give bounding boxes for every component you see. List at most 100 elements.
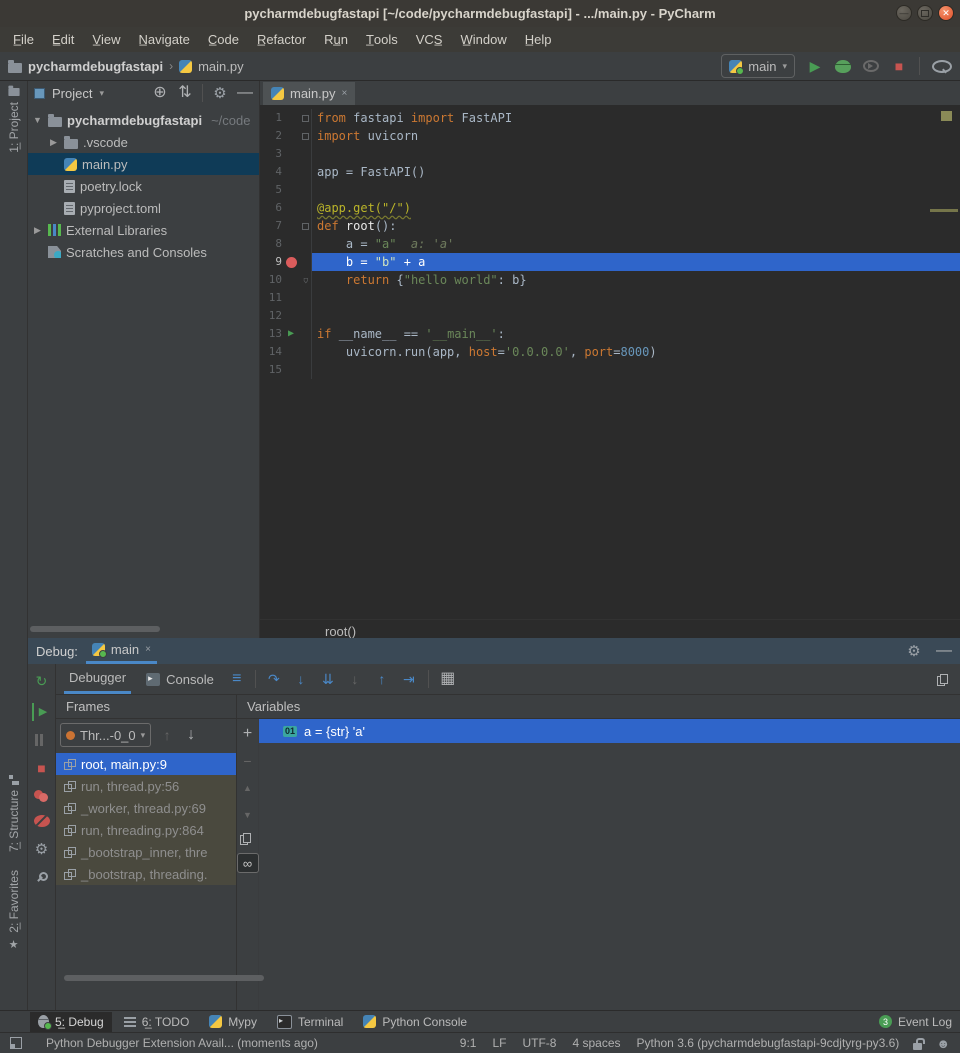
tool-button-event-log[interactable]: 3Event Log: [871, 1012, 960, 1032]
maximize-button[interactable]: [917, 5, 933, 21]
breakpoint-dot[interactable]: [286, 257, 297, 268]
rerun-button[interactable]: ↻: [34, 672, 50, 690]
menu-help[interactable]: H̲elp: [516, 30, 561, 49]
fold-square-icon[interactable]: [302, 223, 309, 230]
step-out-of-code-block-button[interactable]: ↓: [347, 670, 363, 688]
search-everywhere-button[interactable]: [932, 60, 952, 73]
tool-button-python-console[interactable]: Python Console: [355, 1012, 475, 1032]
hide-tool-windows-icon[interactable]: [10, 1037, 22, 1049]
close-button[interactable]: ✕: [938, 5, 954, 21]
status-segment-2[interactable]: UTF-8: [522, 1036, 556, 1050]
gear-icon[interactable]: ⚙: [212, 84, 228, 102]
fold-marker[interactable]: [300, 127, 312, 145]
fold-marker[interactable]: [300, 109, 312, 127]
error-stripe-mark[interactable]: [941, 111, 952, 121]
status-message[interactable]: Python Debugger Extension Avail... (mome…: [46, 1036, 318, 1050]
resume-button[interactable]: ▶: [32, 703, 51, 721]
evaluate-expression-button[interactable]: ▦: [440, 670, 456, 688]
tool-button-todo[interactable]: 6̲: TODO: [116, 1012, 198, 1032]
hide-debug-panel-icon[interactable]: —: [936, 642, 952, 660]
tool-button-debug[interactable]: 5̲: Debug: [30, 1012, 112, 1032]
frames-horizontal-scrollbar[interactable]: [64, 975, 264, 981]
collapse-all-icon[interactable]: ⇅: [177, 84, 193, 102]
chevron-expanded-icon[interactable]: ▼: [32, 115, 43, 125]
tree-item-pyproject-toml[interactable]: pyproject.toml: [28, 197, 259, 219]
run-button[interactable]: ▶: [807, 57, 823, 75]
tool-button-structure[interactable]: 7̲: Structure: [0, 775, 27, 852]
tree-item-scratches[interactable]: Scratches and Consoles: [28, 241, 259, 263]
view-breakpoints-button[interactable]: [34, 790, 50, 802]
editor-tab-main-py[interactable]: main.py ×: [263, 82, 355, 105]
pause-button[interactable]: [34, 734, 50, 746]
next-frame-icon[interactable]: ↓: [183, 726, 199, 744]
current-scope-label[interactable]: root(): [325, 624, 356, 639]
add-watch-button[interactable]: +: [240, 725, 256, 743]
menu-vcs[interactable]: VCS̲: [407, 30, 452, 49]
menu-navigate[interactable]: N̲avigate: [130, 30, 199, 49]
tool-button-terminal[interactable]: Terminal: [269, 1012, 351, 1032]
fold-end-icon[interactable]: ⌂: [303, 271, 308, 289]
menu-refactor[interactable]: R̲efactor: [248, 30, 315, 49]
variable-row[interactable]: 01 a = {str} 'a': [259, 719, 960, 743]
move-watch-up-button[interactable]: ▲: [240, 779, 256, 797]
previous-frame-icon[interactable]: ↑: [159, 726, 175, 744]
pin-button[interactable]: [34, 871, 50, 883]
debug-settings-gear-icon[interactable]: ⚙: [906, 642, 922, 660]
menu-window[interactable]: W̲indow: [451, 30, 515, 49]
restore-layout-icon[interactable]: [934, 670, 950, 688]
frame-row[interactable]: _worker, thread.py:69: [56, 797, 236, 819]
run-arrow-icon[interactable]: ▶: [288, 325, 294, 343]
tool-button-project[interactable]: 1̲: Project: [0, 84, 27, 153]
stop-button[interactable]: ■: [891, 57, 907, 75]
frame-row[interactable]: run, threading.py:864: [56, 819, 236, 841]
fold-marker[interactable]: ⌂: [300, 271, 312, 289]
step-out-button[interactable]: ↑: [374, 670, 390, 688]
frame-row[interactable]: _bootstrap_inner, thre: [56, 841, 236, 863]
close-tab-icon[interactable]: ×: [342, 88, 348, 99]
frame-row[interactable]: _bootstrap, threading.: [56, 863, 236, 885]
tab-debugger[interactable]: Debugger: [64, 664, 131, 694]
frame-row[interactable]: root, main.py:9: [56, 753, 236, 775]
close-session-icon[interactable]: ×: [145, 644, 151, 655]
tree-item-external-libraries[interactable]: ▶External Libraries: [28, 219, 259, 241]
status-segment-4[interactable]: Python 3.6 (pycharmdebugfastapi-9cdjtyrg…: [637, 1036, 900, 1050]
code-editor[interactable]: 1from fastapi import FastAPI2import uvic…: [260, 105, 960, 619]
breadcrumb-project[interactable]: pycharmdebugfastapi: [28, 59, 163, 74]
duplicate-watch-button[interactable]: [240, 833, 256, 844]
fold-square-icon[interactable]: [302, 133, 309, 140]
menu-tools[interactable]: T̲ools: [357, 30, 407, 49]
fold-square-icon[interactable]: [302, 115, 309, 122]
run-configuration-select[interactable]: main ▾: [721, 54, 795, 78]
menu-run[interactable]: Ru̲n: [315, 30, 357, 49]
tree-item-poetry-lock[interactable]: poetry.lock: [28, 175, 259, 197]
status-segment-1[interactable]: LF: [492, 1036, 506, 1050]
fold-marker[interactable]: [300, 217, 312, 235]
coverage-button[interactable]: [863, 60, 879, 72]
stop-button[interactable]: ■: [34, 759, 50, 777]
move-watch-down-button[interactable]: ▼: [240, 806, 256, 824]
breakpoint-icon[interactable]: [282, 257, 300, 268]
menu-edit[interactable]: E̲dit: [43, 30, 83, 49]
view-options-icon[interactable]: ≡: [229, 670, 245, 688]
status-segment-0[interactable]: 9:1: [460, 1036, 477, 1050]
hector-inspector-icon[interactable]: ☻: [936, 1036, 950, 1051]
thread-selector[interactable]: Thr...-0_0 ▾: [60, 723, 151, 747]
project-panel-title[interactable]: Project: [52, 86, 92, 101]
status-segment-3[interactable]: 4 spaces: [572, 1036, 620, 1050]
menu-code[interactable]: C̲ode: [199, 30, 248, 49]
tree-item-vscode[interactable]: ▶.vscode: [28, 131, 259, 153]
project-horizontal-scrollbar[interactable]: [30, 626, 160, 632]
run-to-cursor-button[interactable]: ⇥: [401, 670, 417, 688]
step-into-my-code-button[interactable]: ⇊: [320, 670, 336, 688]
step-over-button[interactable]: ↷: [266, 670, 282, 688]
chevron-collapsed-icon[interactable]: ▶: [32, 225, 43, 236]
tool-button-mypy[interactable]: Mypy: [201, 1012, 265, 1032]
menu-file[interactable]: F̲ile: [4, 30, 43, 49]
debug-button[interactable]: [835, 60, 851, 73]
hide-panel-icon[interactable]: —: [237, 84, 253, 102]
frame-row[interactable]: run, thread.py:56: [56, 775, 236, 797]
show-watches-button[interactable]: ∞: [237, 853, 259, 873]
debug-session-tab[interactable]: main ×: [86, 638, 157, 664]
locate-file-icon[interactable]: ⊕: [152, 84, 168, 102]
mute-breakpoints-button[interactable]: [34, 815, 50, 827]
